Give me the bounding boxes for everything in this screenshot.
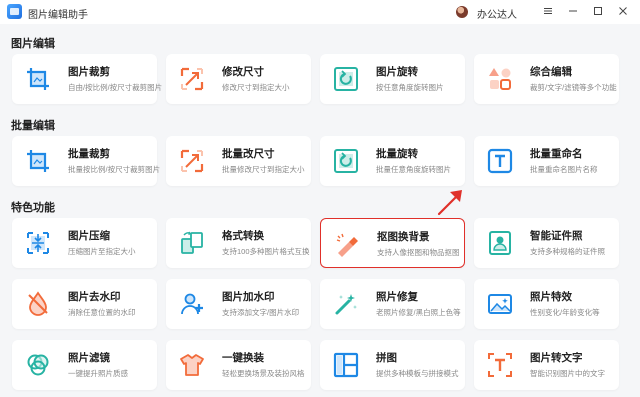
feature-card[interactable]: 图片压缩压缩图片至指定大小: [12, 218, 157, 268]
feature-title: 照片特效: [530, 291, 572, 303]
image-effect-icon: [487, 291, 513, 317]
feature-card[interactable]: 照片特效性别变化/年龄变化等: [474, 279, 619, 329]
feature-title: 图片旋转: [376, 66, 418, 78]
red-arrow-annotation: [437, 190, 462, 216]
feature-card[interactable]: 一键换装轻松更换场景及装扮风格: [166, 340, 311, 390]
feature-title: 一键换装: [222, 352, 264, 364]
feature-card[interactable]: 抠图换背景支持人像抠图和物品抠图: [320, 218, 465, 268]
maximize-icon[interactable]: [591, 4, 605, 18]
feature-title: 修改尺寸: [222, 66, 264, 78]
feature-description: 压缩图片至指定大小: [68, 247, 136, 256]
minimize-icon[interactable]: [566, 4, 580, 18]
id-photo-icon: [487, 230, 513, 256]
feature-description: 消除任意位置的水印: [68, 308, 136, 317]
user-name[interactable]: 办公达人: [477, 6, 517, 21]
feature-card[interactable]: 图片加水印支持添加文字/图片水印: [166, 279, 311, 329]
collage-icon: [333, 352, 359, 378]
eraser-icon: [334, 231, 360, 257]
feature-title: 图片去水印: [68, 291, 121, 303]
feature-card[interactable]: 图片去水印消除任意位置的水印: [12, 279, 157, 329]
section-title: 图片编辑: [11, 38, 55, 50]
feature-card[interactable]: 批量裁剪批量按比例/按尺寸裁剪图片: [12, 136, 161, 186]
feature-title: 智能证件照: [530, 230, 583, 242]
feature-card[interactable]: 图片转文字智能识别图片中的文字: [474, 340, 619, 390]
feature-card[interactable]: 照片修复老照片修复/黑白照上色等: [320, 279, 465, 329]
section-title: 特色功能: [11, 202, 55, 214]
feature-card[interactable]: 图片裁剪自由/按比例/按尺寸裁剪图片: [12, 54, 162, 104]
feature-title: 批量重命名: [530, 148, 583, 160]
feature-title: 综合编辑: [530, 66, 572, 78]
title-bar: 图片编辑助手 办公达人: [0, 0, 640, 24]
shirt-icon: [179, 352, 205, 378]
feature-description: 修改尺寸到指定大小: [222, 83, 290, 92]
convert-icon: [179, 230, 205, 256]
resize-icon: [179, 148, 205, 174]
feature-description: 性别变化/年龄变化等: [530, 308, 600, 317]
feature-description: 批量按比例/按尺寸裁剪图片: [68, 165, 161, 174]
feature-description: 一键提升照片质感: [68, 369, 128, 378]
shapes-icon: [487, 66, 513, 92]
feature-card[interactable]: 批量旋转批量任意角度旋转图片: [320, 136, 465, 186]
feature-title: 图片转文字: [530, 352, 583, 364]
feature-card[interactable]: 综合编辑裁剪/文字/滤镜等多个功能: [474, 54, 619, 104]
feature-card[interactable]: 批量重命名批量重命名图片名称: [474, 136, 619, 186]
feature-title: 拼图: [376, 352, 397, 364]
feature-title: 批量旋转: [376, 148, 418, 160]
feature-title: 照片修复: [376, 291, 418, 303]
feature-description: 老照片修复/黑白照上色等: [376, 308, 461, 317]
app-title: 图片编辑助手: [28, 10, 88, 21]
feature-card[interactable]: 批量改尺寸批量修改尺寸到指定大小: [166, 136, 311, 186]
feature-title: 格式转换: [222, 230, 264, 242]
feature-description: 批量修改尺寸到指定大小: [222, 165, 305, 174]
section-title: 批量编辑: [11, 120, 55, 132]
feature-title: 照片滤镜: [68, 352, 110, 364]
menu-icon[interactable]: [541, 4, 555, 18]
feature-title: 图片加水印: [222, 291, 275, 303]
rotate-icon: [333, 66, 359, 92]
feature-description: 支持人像抠图和物品抠图: [377, 248, 460, 257]
crop-icon: [25, 66, 51, 92]
filter-icon: [25, 352, 51, 378]
feature-title: 抠图换背景: [377, 231, 430, 243]
feature-card[interactable]: 智能证件照支持多种规格的证件照: [474, 218, 619, 268]
app-logo-icon: [7, 4, 22, 19]
feature-description: 支持添加文字/图片水印: [222, 308, 300, 317]
feature-title: 图片压缩: [68, 230, 110, 242]
feature-description: 按任意角度旋转图片: [376, 83, 444, 92]
compress-icon: [25, 230, 51, 256]
feature-description: 支持100多种图片格式互换: [222, 247, 310, 256]
feature-description: 批量任意角度旋转图片: [376, 165, 451, 174]
ocr-icon: [487, 352, 513, 378]
feature-title: 图片裁剪: [68, 66, 110, 78]
text-icon: [487, 148, 513, 174]
feature-description: 轻松更换场景及装扮风格: [222, 369, 305, 378]
feature-card[interactable]: 拼图提供多种模板与拼接模式: [320, 340, 465, 390]
close-icon[interactable]: [616, 4, 630, 18]
feature-title: 批量改尺寸: [222, 148, 275, 160]
feature-description: 批量重命名图片名称: [530, 165, 598, 174]
avatar[interactable]: [456, 6, 468, 18]
feature-description: 智能识别图片中的文字: [530, 369, 605, 378]
feature-description: 支持多种规格的证件照: [530, 247, 605, 256]
feature-description: 提供多种模板与拼接模式: [376, 369, 459, 378]
feature-card[interactable]: 格式转换支持100多种图片格式互换: [166, 218, 311, 268]
feature-title: 批量裁剪: [68, 148, 110, 160]
add-person-icon: [179, 291, 205, 317]
magic-wand-icon: [333, 291, 359, 317]
resize-icon: [179, 66, 205, 92]
feature-card[interactable]: 图片旋转按任意角度旋转图片: [320, 54, 465, 104]
rotate-icon: [333, 148, 359, 174]
crop-icon: [25, 148, 51, 174]
feature-card[interactable]: 照片滤镜一键提升照片质感: [12, 340, 157, 390]
feature-description: 自由/按比例/按尺寸裁剪图片: [68, 83, 163, 92]
feature-card[interactable]: 修改尺寸修改尺寸到指定大小: [166, 54, 311, 104]
drop-icon: [25, 291, 51, 317]
feature-description: 裁剪/文字/滤镜等多个功能: [530, 83, 617, 92]
